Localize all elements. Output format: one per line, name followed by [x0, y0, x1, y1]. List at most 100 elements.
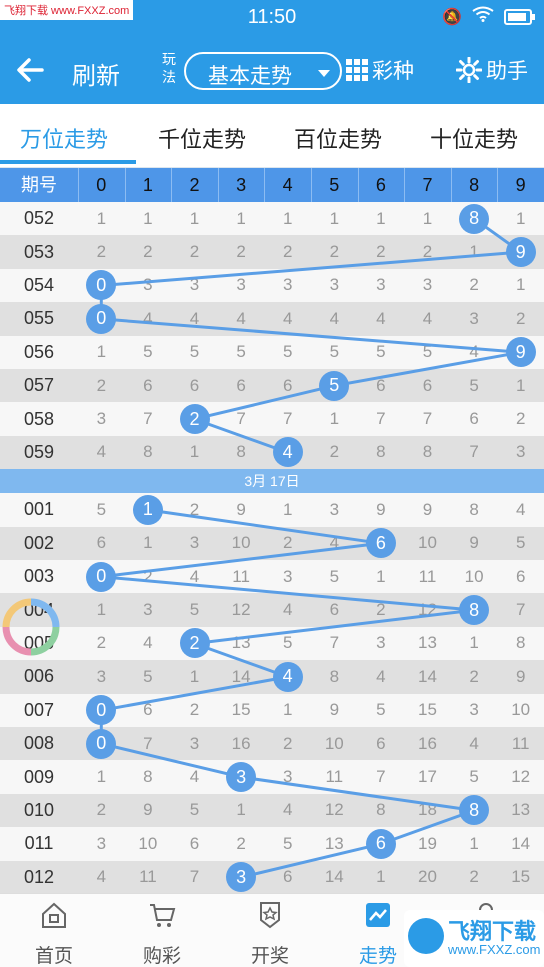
- miss-count-cell: 3: [282, 767, 293, 787]
- miss-count-cell: 4: [282, 800, 293, 820]
- miss-count-cell: 11: [418, 566, 437, 586]
- miss-count-cell: 3: [469, 700, 479, 720]
- trend-icon: [366, 903, 390, 927]
- hit-ball: 2: [179, 404, 210, 435]
- period-cell: 006: [23, 666, 55, 687]
- miss-count-cell: 2: [469, 867, 479, 887]
- miss-count-cell: 7: [282, 409, 293, 429]
- miss-count-cell: 8: [469, 499, 479, 519]
- gear-icon: [456, 57, 482, 83]
- helper-button[interactable]: 助手: [456, 52, 528, 88]
- nav-draw[interactable]: 开奖: [230, 900, 310, 967]
- tab-shiwei[interactable]: 十位走势: [430, 122, 518, 154]
- miss-count-cell: 2: [96, 633, 107, 653]
- period-cell: 055: [23, 308, 55, 329]
- tab-baiwei[interactable]: 百位走势: [294, 122, 382, 154]
- miss-count-cell: 10: [464, 566, 484, 586]
- miss-count-cell: 2: [469, 666, 479, 686]
- miss-count-cell: 15: [231, 700, 251, 720]
- miss-count-cell: 9: [376, 499, 386, 519]
- miss-count-cell: 1: [515, 275, 526, 295]
- hit-ball: 4: [272, 661, 303, 692]
- period-cell: 009: [23, 766, 55, 787]
- period-cell: 001: [23, 499, 55, 520]
- miss-count-cell: 13: [324, 833, 344, 853]
- miss-count-cell: 7: [236, 409, 246, 429]
- nav-label: 购彩: [142, 946, 181, 967]
- miss-count-cell: 1: [469, 242, 479, 262]
- miss-count-cell: 8: [329, 666, 340, 686]
- header-divider: [78, 168, 79, 202]
- miss-count-cell: 8: [422, 442, 433, 462]
- period-cell: 053: [23, 241, 55, 262]
- miss-count-cell: 5: [376, 342, 386, 362]
- miss-count-cell: 1: [236, 800, 246, 820]
- bottom-watermark: 飞翔下载 www.FXXZ.com: [404, 910, 544, 967]
- nav-label: 首页: [34, 946, 73, 967]
- hit-ball: 6: [365, 828, 396, 859]
- miss-count-cell: 4: [515, 499, 526, 519]
- refresh-button[interactable]: 刷新: [72, 56, 120, 91]
- miss-count-cell: 4: [376, 308, 386, 328]
- miss-count-cell: 9: [329, 700, 340, 720]
- miss-count-cell: 11: [511, 733, 530, 753]
- miss-count-cell: 6: [282, 867, 293, 887]
- lottery-type-button[interactable]: 彩种: [346, 52, 414, 88]
- miss-count-cell: 2: [469, 275, 479, 295]
- miss-count-cell: 10: [138, 833, 158, 853]
- miss-count-cell: 7: [422, 409, 433, 429]
- period-cell: 010: [23, 799, 55, 820]
- miss-count-cell: 4: [469, 733, 479, 753]
- miss-count-cell: 2: [189, 700, 200, 720]
- arrow-left-icon[interactable]: [12, 52, 48, 88]
- miss-count-cell: 3: [376, 275, 386, 295]
- header-digit: 4: [282, 175, 293, 195]
- watermark-logo-icon: [408, 918, 444, 954]
- miss-count-cell: 4: [376, 666, 386, 686]
- tab-wanwei[interactable]: 万位走势: [20, 122, 108, 154]
- miss-count-cell: 14: [324, 867, 344, 887]
- miss-count-cell: 20: [418, 867, 437, 887]
- miss-count-cell: 4: [329, 533, 340, 553]
- miss-count-cell: 5: [329, 566, 340, 586]
- table-row: 053 2 2 2 2 2 2 2 2 1 9: [0, 235, 544, 269]
- hit-ball: 0: [86, 270, 117, 301]
- play-type-select[interactable]: 基本走势: [184, 52, 342, 90]
- miss-count-cell: 1: [96, 208, 107, 228]
- miss-count-cell: 1: [376, 867, 386, 887]
- miss-count-cell: 9: [515, 666, 526, 686]
- header-divider: [217, 168, 219, 202]
- miss-count-cell: 5: [422, 342, 433, 362]
- header-period: 期号: [21, 175, 57, 195]
- miss-count-cell: 6: [143, 700, 153, 720]
- miss-count-cell: 15: [418, 700, 437, 720]
- header-divider: [404, 168, 406, 202]
- miss-count-cell: 7: [376, 409, 386, 429]
- hit-ball: 2: [179, 628, 210, 659]
- miss-count-cell: 12: [324, 800, 344, 820]
- table-header: 期号 0 1 2 3 4 5 6 7 8 9: [0, 168, 544, 202]
- table-row: 058 3 7 7 7 1 7 7 6 2 2: [0, 402, 544, 436]
- miss-count-cell: 12: [231, 600, 251, 620]
- miss-count-cell: 9: [143, 800, 153, 820]
- miss-count-cell: 1: [189, 666, 200, 686]
- wifi-icon: [472, 6, 494, 27]
- miss-count-cell: 7: [143, 409, 153, 429]
- miss-count-cell: 1: [282, 208, 293, 228]
- miss-count-cell: 3: [189, 275, 200, 295]
- miss-count-cell: 6: [329, 600, 340, 620]
- nav-buy[interactable]: 购彩: [122, 900, 202, 967]
- miss-count-cell: 3: [515, 442, 526, 462]
- header-divider: [264, 168, 266, 202]
- miss-count-cell: 1: [469, 633, 479, 653]
- miss-count-cell: 1: [236, 208, 246, 228]
- header-divider: [124, 168, 126, 202]
- hit-ball: 6: [365, 528, 396, 559]
- miss-count-cell: 4: [236, 308, 246, 328]
- miss-count-cell: 6: [282, 375, 293, 395]
- header-digit: 6: [375, 175, 386, 195]
- miss-count-cell: 5: [96, 499, 107, 519]
- tab-qianwei[interactable]: 千位走势: [158, 122, 246, 154]
- miss-count-cell: 3: [422, 275, 433, 295]
- nav-home[interactable]: 首页: [14, 900, 94, 967]
